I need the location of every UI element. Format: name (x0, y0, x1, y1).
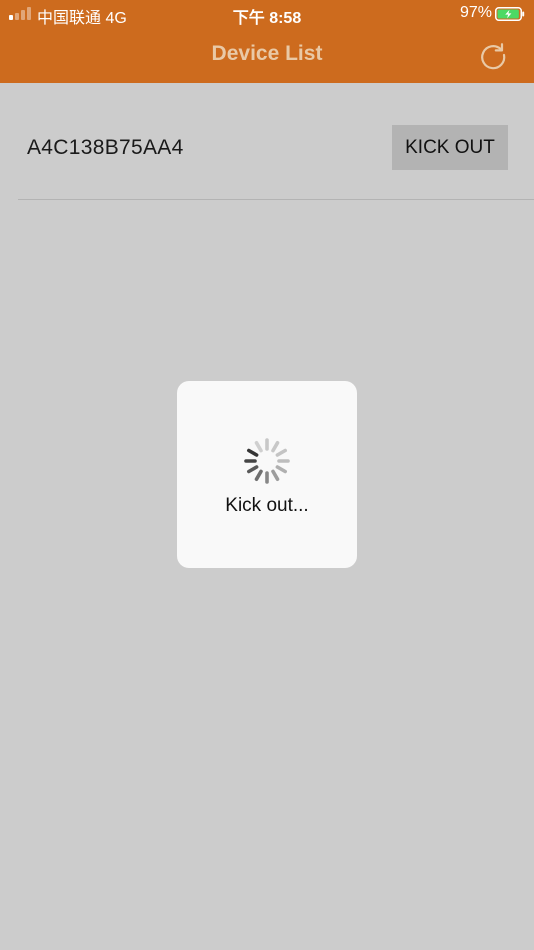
navigation-bar: Device List (0, 28, 534, 83)
spinner-icon (244, 438, 290, 484)
loading-dialog: Kick out... (177, 381, 357, 568)
top-bar: 中国联通 4G 下午 8:58 97% Device List (0, 0, 534, 83)
list-divider (18, 199, 534, 200)
page-title: Device List (211, 42, 323, 65)
kick-out-button[interactable]: KICK OUT (392, 125, 508, 170)
battery-percent: 97% (459, 4, 492, 21)
device-list-item: A4C138B75AA4 KICK OUT (0, 83, 534, 199)
status-time: 下午 8:58 (232, 10, 302, 27)
device-id-label: A4C138B75AA4 (27, 136, 184, 159)
app-screen: 中国联通 4G 下午 8:58 97% Device List A4C138B7… (0, 0, 534, 950)
loading-label: Kick out... (225, 495, 309, 516)
refresh-icon (481, 43, 506, 70)
status-bar: 中国联通 4G 下午 8:58 97% (0, 0, 534, 28)
refresh-button[interactable] (478, 40, 508, 70)
battery-charging-icon (495, 7, 525, 21)
